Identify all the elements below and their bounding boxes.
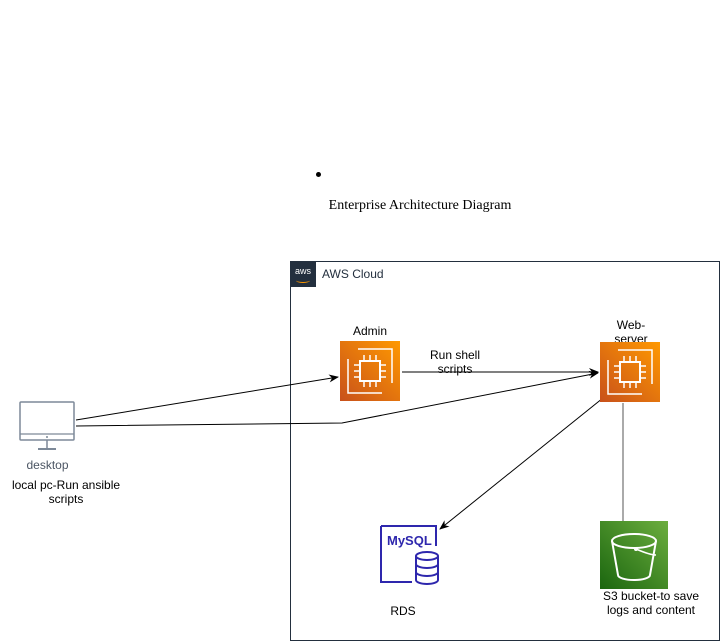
edge-webserver-to-rds bbox=[439, 397, 604, 530]
edge-label-run-shell-scripts: Run shell scripts bbox=[429, 348, 481, 376]
admin-label: Admin bbox=[352, 324, 387, 338]
s3-bucket-icon bbox=[600, 521, 668, 589]
desktop-caption: local pc-Run ansible scripts bbox=[11, 478, 121, 506]
desktop-monitor-icon bbox=[18, 401, 76, 453]
rds-label: RDS bbox=[390, 604, 416, 618]
mysql-database-icon: MySQL bbox=[378, 524, 444, 586]
ec2-instance-icon bbox=[600, 342, 660, 402]
desktop-name: desktop bbox=[26, 458, 69, 472]
mysql-badge-text: MySQL bbox=[387, 533, 432, 548]
edge-desktop-to-admin bbox=[75, 374, 339, 421]
ec2-instance-icon bbox=[340, 341, 400, 401]
s3-label: S3 bucket-to save logs and content bbox=[602, 589, 700, 617]
edge-desktop-to-webserver bbox=[75, 370, 599, 427]
